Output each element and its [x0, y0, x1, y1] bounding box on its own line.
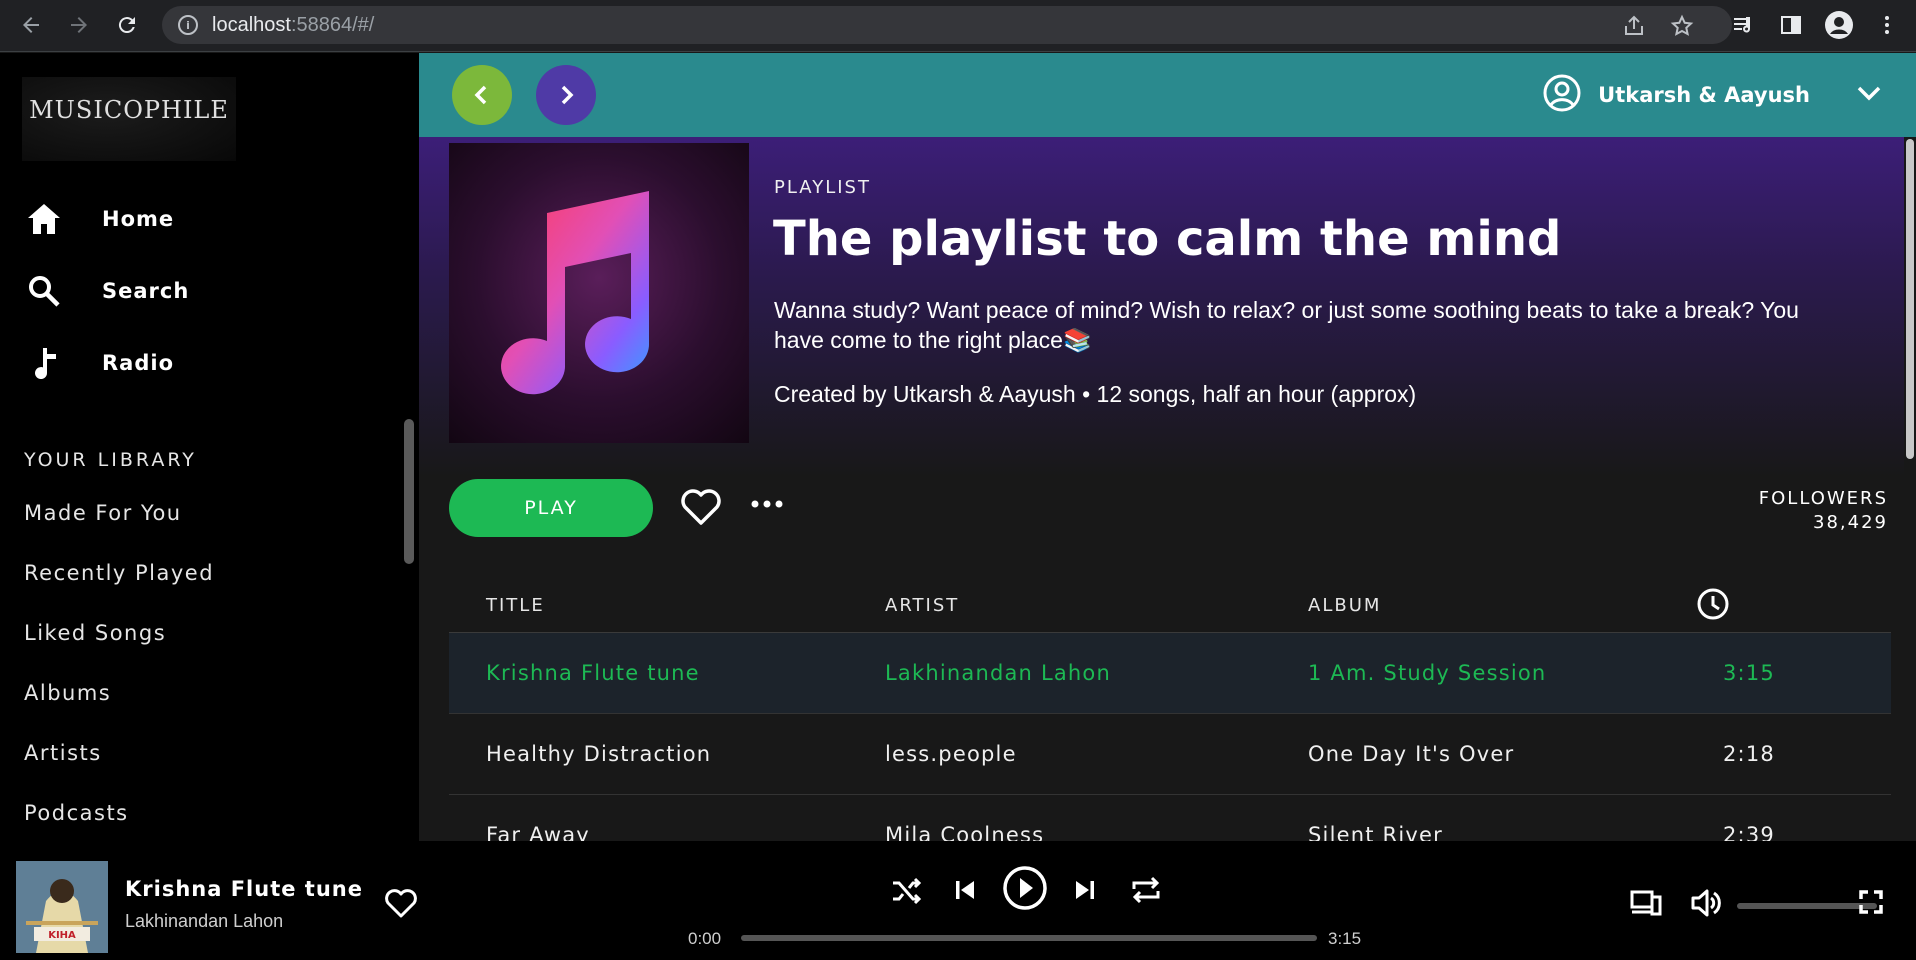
playlist-type: PLAYLIST	[774, 177, 871, 198]
app-logo[interactable]: MUSICOPHILE	[22, 77, 236, 161]
followers-info: FOLLOWERS 38,429	[1759, 487, 1888, 535]
library-item-recently-played[interactable]: Recently Played	[24, 561, 214, 585]
connect-device-icon[interactable]	[1630, 889, 1662, 917]
play-circle-icon	[1003, 866, 1047, 910]
track-artist: Mila Coolness	[885, 823, 1045, 841]
main-scrollbar[interactable]	[1904, 137, 1916, 841]
elapsed-time: 0:00	[688, 929, 722, 948]
clock-icon	[1696, 587, 1730, 625]
browser-back-icon[interactable]	[16, 10, 46, 40]
volume-icon[interactable]	[1690, 887, 1722, 919]
chevron-left-icon	[474, 85, 487, 105]
play-pause-button[interactable]	[1002, 865, 1048, 911]
playlist-meta: Created by Utkarsh & Aayush • 12 songs, …	[774, 381, 1417, 407]
top-bar: Utkarsh & Aayush	[419, 53, 1916, 137]
now-playing-title[interactable]: Krishna Flute tune	[125, 877, 363, 901]
forward-button[interactable]	[536, 65, 596, 125]
bookmark-star-icon[interactable]	[1670, 14, 1694, 43]
next-track-icon[interactable]	[1072, 877, 1098, 903]
play-button[interactable]: PLAY	[449, 479, 653, 537]
share-icon[interactable]	[1622, 14, 1646, 43]
table-row[interactable]: Krishna Flute tune Lakhinandan Lahon 1 A…	[449, 633, 1891, 714]
previous-track-icon[interactable]	[952, 877, 978, 903]
now-playing-artist[interactable]: Lakhinandan Lahon	[125, 911, 283, 932]
media-queue-icon[interactable]	[1728, 10, 1758, 40]
svg-text:KIHA: KIHA	[48, 930, 76, 941]
home-icon	[24, 199, 64, 239]
sidebar-item-search[interactable]: Search	[24, 271, 189, 311]
browser-reload-icon[interactable]	[112, 10, 142, 40]
address-bar[interactable]: i localhost:58864/#/	[162, 6, 1732, 44]
user-circle-icon	[1542, 73, 1582, 117]
library-item-albums[interactable]: Albums	[24, 681, 111, 705]
library-item-liked-songs[interactable]: Liked Songs	[24, 621, 166, 645]
shuffle-icon[interactable]	[890, 877, 922, 905]
track-duration: 2:18	[1723, 742, 1775, 766]
like-heart-icon[interactable]	[679, 487, 723, 531]
playlist-cover	[449, 143, 749, 443]
album-art-image: KIHA	[16, 861, 108, 953]
main-content: Utkarsh & Aayush PLAYLIST The playlist t…	[419, 53, 1916, 841]
browser-toolbar: i localhost:58864/#/	[0, 0, 1916, 52]
chevron-right-icon	[561, 85, 574, 105]
player-like-heart-icon[interactable]	[384, 887, 418, 923]
followers-count: 38,429	[1813, 512, 1888, 533]
track-album: Silent River	[1308, 823, 1443, 841]
column-artist[interactable]: ARTIST	[885, 595, 959, 616]
track-artist: less.people	[885, 742, 1017, 766]
back-button[interactable]	[452, 65, 512, 125]
table-header: TITLE ARTIST ALBUM	[449, 573, 1891, 633]
sidebar-item-label: Search	[102, 279, 190, 303]
sidebar-item-label: Home	[102, 207, 175, 231]
sidebar-item-home[interactable]: Home	[24, 199, 174, 239]
progress-bar[interactable]	[741, 935, 1317, 941]
browser-menu-icon[interactable]	[1872, 10, 1902, 40]
track-title: Healthy Distraction	[486, 742, 712, 766]
playlist-title: The playlist to calm the mind	[773, 211, 1562, 267]
table-row[interactable]: Healthy Distraction less.people One Day …	[449, 714, 1891, 795]
music-note-icon	[24, 343, 64, 383]
track-album: One Day It's Over	[1308, 742, 1515, 766]
now-playing-album-art[interactable]: KIHA	[16, 861, 108, 953]
track-title: Krishna Flute tune	[486, 661, 700, 685]
music-note-artwork	[501, 191, 650, 395]
sidebar: MUSICOPHILE Home Search Radio YOUR LIBRA…	[0, 53, 419, 841]
track-title: Far Away	[486, 823, 590, 841]
user-name: Utkarsh & Aayush	[1598, 83, 1810, 107]
playlist-description: Wanna study? Want peace of mind? Wish to…	[774, 297, 1799, 353]
url-text: localhost:58864/#/	[212, 14, 374, 37]
track-artist: Lakhinandan Lahon	[885, 661, 1111, 685]
column-title[interactable]: TITLE	[486, 595, 545, 616]
repeat-icon[interactable]	[1130, 875, 1162, 905]
sidebar-item-label: Radio	[102, 351, 174, 375]
track-duration: 2:39	[1723, 823, 1775, 841]
side-panel-icon[interactable]	[1776, 10, 1806, 40]
user-menu[interactable]: Utkarsh & Aayush	[1542, 73, 1882, 117]
playlist-header: PLAYLIST The playlist to calm the mind W…	[419, 137, 1916, 477]
library-item-artists[interactable]: Artists	[24, 741, 102, 765]
search-icon	[24, 271, 64, 311]
fullscreen-icon[interactable]	[1858, 889, 1884, 915]
track-duration: 3:15	[1723, 661, 1775, 685]
url-path: :58864/#/	[290, 13, 375, 36]
library-heading: YOUR LIBRARY	[24, 449, 197, 471]
sidebar-scrollbar[interactable]	[404, 419, 414, 564]
site-info-icon[interactable]: i	[178, 15, 198, 35]
more-options-icon[interactable]	[749, 489, 785, 527]
track-album: 1 Am. Study Session	[1308, 661, 1547, 685]
library-item-podcasts[interactable]: Podcasts	[24, 801, 129, 825]
column-album[interactable]: ALBUM	[1308, 595, 1381, 616]
library-item-made-for-you[interactable]: Made For You	[24, 501, 182, 525]
profile-avatar-icon[interactable]	[1824, 10, 1854, 40]
total-time: 3:15	[1328, 929, 1362, 948]
player-bar: KIHA Krishna Flute tune Lakhinandan Laho…	[0, 841, 1916, 960]
table-row[interactable]: Far Away Mila Coolness Silent River 2:39	[449, 795, 1891, 841]
volume-slider[interactable]	[1737, 903, 1877, 909]
browser-forward-icon[interactable]	[64, 10, 94, 40]
url-host: localhost	[212, 13, 291, 36]
main-scrollbar-thumb[interactable]	[1906, 139, 1914, 459]
chevron-down-icon[interactable]	[1856, 84, 1882, 106]
sidebar-item-radio[interactable]: Radio	[24, 343, 174, 383]
followers-label: FOLLOWERS	[1758, 488, 1888, 509]
